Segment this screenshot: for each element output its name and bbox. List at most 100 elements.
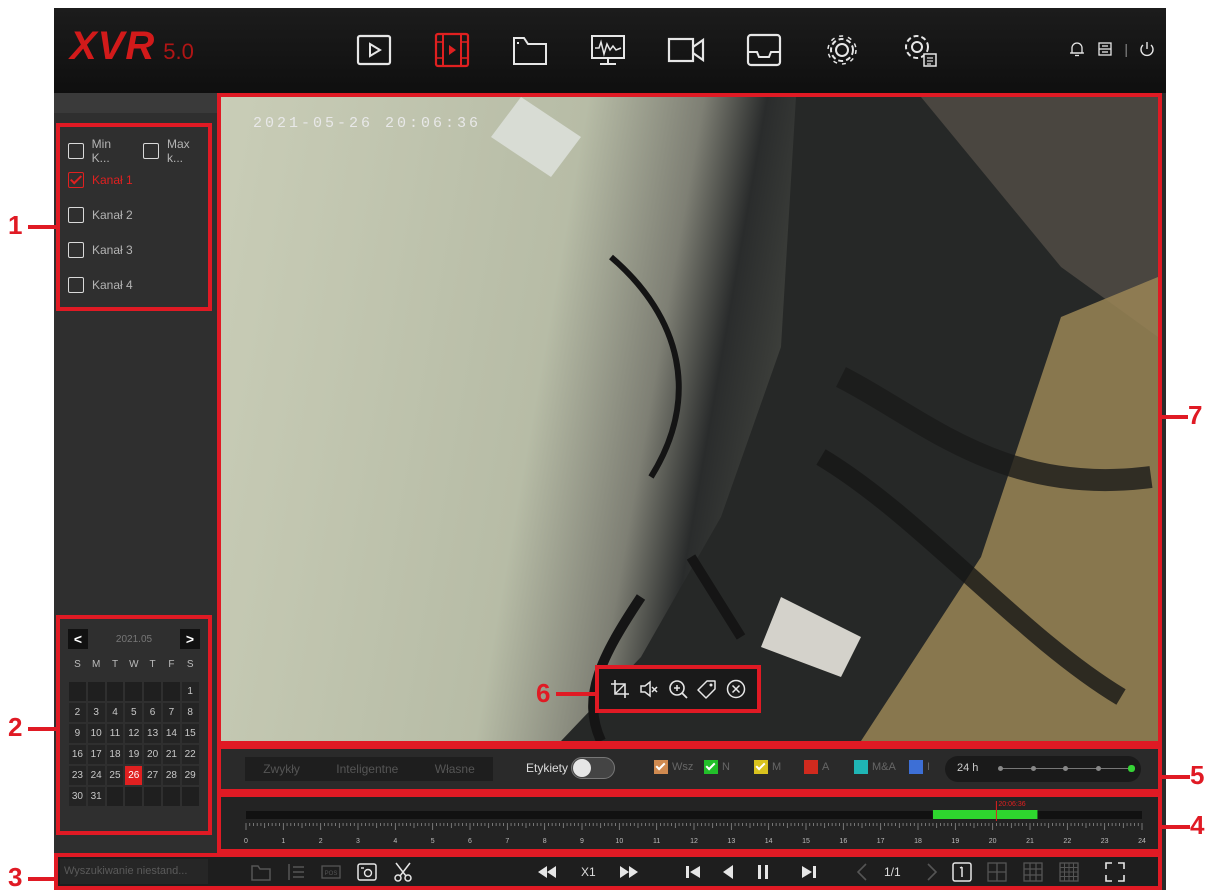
calendar-day[interactable]: 17 (87, 745, 105, 764)
legend-alarm[interactable]: A (804, 760, 829, 774)
calendar-day[interactable]: 21 (162, 745, 180, 764)
tab-smart[interactable]: Inteligentne (336, 762, 398, 776)
calendar-day[interactable]: 18 (106, 745, 124, 764)
nav-file-management[interactable] (508, 28, 552, 72)
tab-custom[interactable]: Własne (435, 762, 475, 776)
tab-normal[interactable]: Zwykły (263, 762, 300, 776)
nav-playback[interactable] (430, 28, 474, 72)
max-channel-checkbox[interactable] (143, 143, 159, 159)
rewind-icon[interactable] (536, 861, 558, 883)
legend-all[interactable]: Wsz (654, 760, 693, 774)
legend-swatch[interactable] (804, 760, 818, 774)
calendar-day[interactable]: 30 (69, 787, 86, 806)
calendar-day[interactable]: 20 (144, 745, 161, 764)
nav-system-monitor[interactable] (586, 28, 630, 72)
calendar-day[interactable]: 23 (69, 766, 86, 785)
calendar-day[interactable]: 29 (181, 766, 199, 785)
calendar-day[interactable]: 14 (162, 724, 180, 743)
calendar-day[interactable]: 15 (181, 724, 199, 743)
mute-icon[interactable] (639, 679, 659, 699)
legend-swatch[interactable] (654, 760, 668, 774)
calendar-day[interactable]: 7 (162, 703, 180, 722)
previous-frame-icon[interactable] (682, 861, 704, 883)
nav-storage[interactable] (742, 28, 786, 72)
close-icon[interactable] (726, 679, 746, 699)
zoom-step[interactable] (1030, 766, 1036, 771)
tags-toggle[interactable] (571, 757, 615, 779)
crop-icon[interactable] (610, 679, 630, 699)
min-channel-checkbox[interactable] (68, 143, 84, 159)
calendar-day[interactable]: 31 (87, 787, 105, 806)
channel-checkbox[interactable] (68, 172, 84, 188)
calendar-day[interactable]: 25 (106, 766, 124, 785)
calendar-day[interactable]: 22 (181, 745, 199, 764)
channel-item-4[interactable]: Kanał 4 (68, 277, 133, 293)
single-view-icon[interactable] (951, 861, 973, 883)
channel-item-1[interactable]: Kanał 1 (68, 172, 133, 188)
channel-item-2[interactable]: Kanał 2 (68, 207, 133, 223)
legend-swatch[interactable] (854, 760, 868, 774)
fast-forward-icon[interactable] (618, 861, 640, 883)
calendar-day[interactable]: 1 (181, 682, 199, 701)
calendar-day[interactable]: 8 (181, 703, 199, 722)
channel-checkbox[interactable] (68, 277, 84, 293)
timeline-panel[interactable]: 0 1 2 3 4 5 6 7 8 9 10 11 12 13 14 15 16 17 18 19 20 21 22 23 24… (217, 793, 1162, 853)
zoom-step[interactable] (1095, 766, 1101, 771)
legend-normal[interactable]: N (704, 760, 730, 774)
calendar-day[interactable]: 10 (87, 724, 105, 743)
tag-icon[interactable] (697, 679, 717, 699)
zoom-step[interactable] (1128, 765, 1135, 772)
prev-page-icon[interactable] (852, 861, 874, 883)
channel-item-3[interactable]: Kanał 3 (68, 242, 133, 258)
channel-checkbox[interactable] (68, 207, 84, 223)
snapshot-icon[interactable] (356, 861, 378, 883)
calendar-day[interactable]: 28 (162, 766, 180, 785)
folder-icon[interactable] (250, 861, 272, 883)
quad-view-icon[interactable] (986, 861, 1008, 883)
next-page-icon[interactable] (920, 861, 942, 883)
power-icon[interactable] (1138, 40, 1156, 58)
nav-live-view[interactable] (352, 28, 396, 72)
chevron-left-icon[interactable]: < (68, 629, 88, 649)
scissors-icon[interactable] (392, 861, 414, 883)
zoom-step[interactable] (1063, 766, 1068, 771)
legend-motion[interactable]: M (754, 760, 781, 774)
calendar-day[interactable]: 27 (144, 766, 161, 785)
zoom-in-icon[interactable] (668, 679, 688, 699)
zoom-step[interactable] (998, 766, 1003, 771)
sixteen-view-icon[interactable] (1058, 861, 1080, 883)
list-icon[interactable] (285, 861, 307, 883)
chevron-right-icon[interactable]: > (180, 629, 200, 649)
custom-search-input[interactable]: Wyszukiwanie niestand... (60, 859, 208, 884)
playback-speed[interactable]: X1 (581, 865, 596, 879)
calendar-day[interactable]: 9 (69, 724, 86, 743)
calendar-day[interactable]: 6 (144, 703, 161, 722)
bell-icon[interactable] (1068, 40, 1086, 58)
calendar-day[interactable]: 4 (106, 703, 124, 722)
calendar-day[interactable]: 2 (69, 703, 86, 722)
recording-segment[interactable] (932, 810, 1038, 819)
next-frame-icon[interactable] (798, 861, 820, 883)
fullscreen-icon[interactable] (1104, 861, 1126, 883)
calendar-day[interactable]: 5 (125, 703, 143, 722)
pos-icon[interactable]: POS (320, 861, 342, 883)
reverse-play-icon[interactable] (717, 861, 739, 883)
zoom-track[interactable] (998, 765, 1135, 772)
timeline-zoom-slider[interactable]: 24 h (945, 756, 1141, 782)
calendar-day[interactable]: 11 (106, 724, 124, 743)
nav-advanced-settings[interactable] (898, 28, 942, 72)
pause-icon[interactable] (752, 861, 774, 883)
calendar-day[interactable]: 12 (125, 724, 143, 743)
legend-swatch[interactable] (909, 760, 923, 774)
calendar-day[interactable]: 13 (144, 724, 161, 743)
min-channel-option[interactable]: Min K... Max k... (68, 137, 208, 165)
legend-swatch[interactable] (754, 760, 768, 774)
legend-swatch[interactable] (704, 760, 718, 774)
calendar-day[interactable]: 16 (69, 745, 86, 764)
legend-intelligent[interactable]: I (909, 760, 930, 774)
video-playback-area[interactable]: 2021-05-26 20:06:36 (217, 93, 1162, 745)
timeline-chart[interactable]: 0 1 2 3 4 5 6 7 8 9 10 11 12 13 14 15 16 17 18 19 20 21 22 23 24… (221, 797, 1158, 849)
calendar-day[interactable]: 24 (87, 766, 105, 785)
calendar-day[interactable]: 3 (87, 703, 105, 722)
channel-checkbox[interactable] (68, 242, 84, 258)
